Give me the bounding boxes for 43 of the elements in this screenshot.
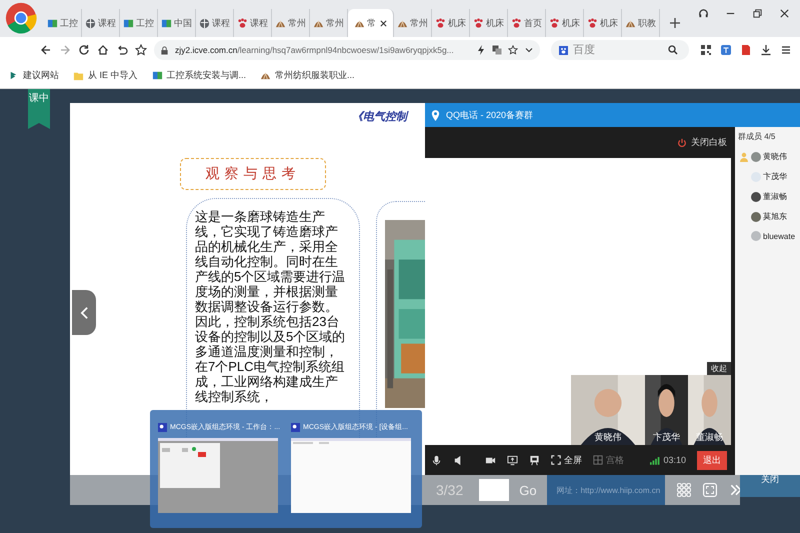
- bookmark-link[interactable]: 工控系统安装与调...: [166, 69, 246, 82]
- tab-title: 机床: [486, 16, 504, 30]
- search-field[interactable]: 百度: [551, 40, 689, 60]
- tab-title: 机床: [448, 16, 466, 30]
- member-name[interactable]: 莫旭东: [763, 211, 787, 222]
- bookmark-link[interactable]: 从 IE 中导入: [88, 69, 138, 82]
- tab-title: 机床: [600, 16, 618, 30]
- tab-title: 常州: [410, 16, 428, 30]
- tab-title: 常: [367, 16, 376, 30]
- member-name[interactable]: 卞茂华: [763, 171, 787, 182]
- tab-title: 首页: [524, 16, 542, 30]
- member-name[interactable]: 黄晓伟: [763, 151, 787, 162]
- tab-title: 常州: [326, 16, 344, 30]
- bookmark-link[interactable]: 常州纺织服装职业...: [275, 69, 355, 82]
- tab-title: 工控: [136, 16, 154, 30]
- slide-heading: 观察与思考: [180, 158, 326, 190]
- call-timer: 03:10: [663, 455, 686, 465]
- participant-name: 卞茂华: [652, 431, 681, 444]
- tab-title: 工控: [60, 16, 78, 30]
- member-name[interactable]: bluewate: [763, 232, 796, 240]
- url-text: zjy2.icve.com.cn/learning/hsq7aw6rmpnl94nbcwoesw/1si9aw6ryqpjxk5g...: [175, 45, 455, 55]
- collapse-toggle[interactable]: 收起: [707, 362, 731, 375]
- course-header: 《电气控制: [352, 109, 407, 124]
- address-bar[interactable]: zjy2.icve.com.cn/learning/hsq7aw6rmpnl94nbcwoesw/1si9aw6ryqpjxk5g...: [154, 40, 540, 60]
- bookmark-link[interactable]: 建议网站: [23, 69, 59, 82]
- tab-title: 中国: [174, 16, 192, 30]
- tab-title: 机床: [562, 16, 580, 30]
- search-input[interactable]: 百度: [573, 44, 663, 56]
- member-name[interactable]: 董淑畅: [763, 191, 787, 202]
- session-ribbon: 课中: [28, 89, 50, 129]
- page-counter: 3/32: [436, 482, 464, 498]
- tab-title: 课程: [98, 16, 116, 30]
- tab-title: 课程: [250, 16, 268, 30]
- close-link[interactable]: 关闭: [761, 473, 779, 497]
- browser-tab[interactable]: 常: [348, 9, 394, 37]
- window-title: QQ电话 - 2020备赛群: [446, 108, 534, 122]
- tab-title: 课程: [212, 16, 230, 30]
- tab-title: 职教: [638, 16, 656, 30]
- exit-button[interactable]: 退出: [697, 450, 727, 470]
- view-toggle-button[interactable]: 全屏: [551, 454, 582, 466]
- close-whiteboard-button[interactable]: 关闭白板: [677, 136, 727, 149]
- member-count: 群成员 4/5: [738, 131, 776, 142]
- tab-title: 常州: [288, 16, 306, 30]
